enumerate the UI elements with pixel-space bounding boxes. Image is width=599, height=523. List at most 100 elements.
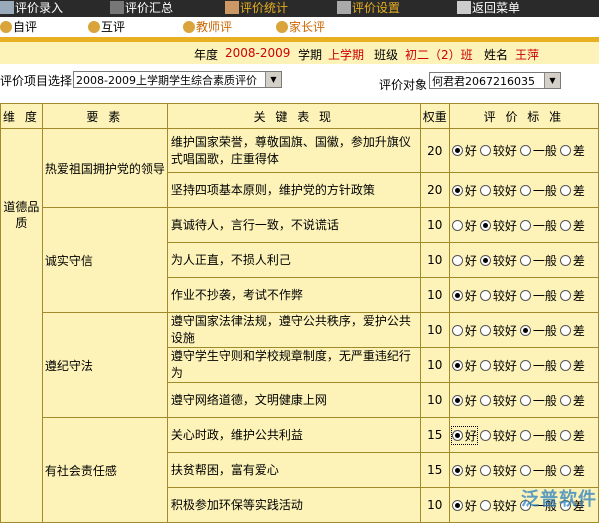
radio-button[interactable]: [479, 184, 491, 196]
criteria-option[interactable]: 一般: [519, 182, 557, 199]
criteria-option[interactable]: 一般: [519, 252, 557, 269]
nav-evaluation-entry[interactable]: 评价录入: [0, 0, 63, 17]
tab-peer-evaluation[interactable]: 互评: [88, 19, 125, 35]
criteria-option[interactable]: 差: [559, 427, 585, 444]
target-select[interactable]: 何君君2067216035 ▼: [429, 72, 561, 89]
radio-button[interactable]: [519, 184, 531, 196]
nav-evaluation-settings[interactable]: 评价设置: [337, 0, 400, 17]
radio-button[interactable]: [559, 394, 571, 406]
radio-button[interactable]: [559, 289, 571, 301]
radio-button[interactable]: [479, 464, 491, 476]
criteria-option[interactable]: 较好: [479, 427, 517, 444]
radio-button[interactable]: [519, 254, 531, 266]
criteria-option[interactable]: 差: [559, 357, 585, 374]
criteria-option[interactable]: 较好: [479, 357, 517, 374]
nav-return-menu[interactable]: 返回菜单: [457, 0, 520, 17]
radio-button[interactable]: [559, 429, 571, 441]
criteria-option[interactable]: 较好: [479, 217, 517, 234]
radio-button[interactable]: [451, 289, 463, 301]
criteria-option[interactable]: 好: [451, 322, 477, 339]
radio-button[interactable]: [479, 145, 491, 156]
table-row: 道德品质 热爱祖国拥护党的领导 维护国家荣誉，尊敬国旗、国徽，参加升旗仪式唱国歌，庄…: [0, 128, 599, 523]
radio-button[interactable]: [519, 219, 531, 231]
tab-self-evaluation[interactable]: 自评: [0, 19, 37, 35]
criteria-option[interactable]: 差: [559, 322, 585, 339]
criteria-option[interactable]: 较好: [479, 462, 517, 479]
radio-button[interactable]: [559, 219, 571, 231]
criteria-option[interactable]: 差: [559, 182, 585, 199]
criteria-option[interactable]: 差: [559, 392, 585, 409]
project-select[interactable]: 2008-2009上学期学生综合素质评价 ▼: [73, 71, 282, 88]
radio-button[interactable]: [519, 429, 531, 441]
nav-evaluation-summary[interactable]: 评价汇总: [110, 0, 173, 17]
radio-button[interactable]: [479, 324, 491, 336]
radio-button[interactable]: [559, 359, 571, 371]
radio-button[interactable]: [559, 254, 571, 266]
criteria-option[interactable]: 差: [559, 462, 585, 479]
criteria-option[interactable]: 较好: [479, 182, 517, 199]
radio-button[interactable]: [451, 359, 463, 371]
radio-button[interactable]: [479, 429, 491, 441]
radio-button[interactable]: [451, 464, 463, 476]
radio-button[interactable]: [451, 145, 463, 156]
criteria-option[interactable]: 较好: [479, 252, 517, 269]
radio-button[interactable]: [451, 254, 463, 266]
radio-button[interactable]: [559, 145, 571, 156]
radio-button[interactable]: [519, 324, 531, 336]
criteria-option[interactable]: 较好: [479, 392, 517, 409]
criteria-option[interactable]: 一般: [519, 357, 557, 374]
criteria-option[interactable]: 好: [451, 497, 477, 514]
radio-button[interactable]: [451, 324, 463, 336]
radio-button[interactable]: [519, 464, 531, 476]
criteria-option[interactable]: 好: [450, 425, 478, 445]
criteria-option[interactable]: 好: [451, 462, 477, 479]
radio-button[interactable]: [451, 499, 463, 511]
criteria-option[interactable]: 好: [451, 217, 477, 234]
criteria-option[interactable]: 一般: [519, 322, 557, 339]
radio-button[interactable]: [479, 219, 491, 231]
criteria-option[interactable]: 一般: [519, 392, 557, 409]
criteria-option[interactable]: 一般: [519, 217, 557, 234]
tab-teacher-evaluation[interactable]: 教师评: [183, 19, 232, 35]
criteria-option[interactable]: 好: [451, 392, 477, 409]
tab-parent-evaluation[interactable]: 家长评: [276, 19, 325, 35]
radio-button[interactable]: [479, 359, 491, 371]
criteria-option[interactable]: 好: [451, 357, 477, 374]
weight-cell: 10: [419, 347, 450, 383]
criteria-option[interactable]: 一般: [519, 142, 557, 159]
chevron-down-icon[interactable]: ▼: [265, 72, 281, 87]
radio-button[interactable]: [451, 429, 463, 441]
criteria-option[interactable]: 较好: [479, 287, 517, 304]
radio-button[interactable]: [479, 394, 491, 406]
criteria-option[interactable]: 好: [451, 182, 477, 199]
criteria-option[interactable]: 好: [451, 287, 477, 304]
criteria-option[interactable]: 较好: [479, 497, 517, 514]
radio-button[interactable]: [479, 254, 491, 266]
criteria-option[interactable]: 较好: [479, 322, 517, 339]
radio-button[interactable]: [559, 324, 571, 336]
criteria-option[interactable]: 好: [451, 142, 477, 159]
criteria-option[interactable]: 一般: [519, 427, 557, 444]
criteria-option[interactable]: 差: [559, 217, 585, 234]
radio-button[interactable]: [479, 499, 491, 511]
radio-label: 一般: [532, 288, 557, 303]
criteria-option[interactable]: 差: [559, 287, 585, 304]
radio-button[interactable]: [519, 394, 531, 406]
criteria-option[interactable]: 好: [451, 252, 477, 269]
radio-button[interactable]: [479, 289, 491, 301]
radio-button[interactable]: [519, 289, 531, 301]
radio-button[interactable]: [519, 145, 531, 156]
criteria-option[interactable]: 一般: [519, 287, 557, 304]
radio-button[interactable]: [451, 184, 463, 196]
radio-button[interactable]: [559, 184, 571, 196]
criteria-option[interactable]: 差: [559, 142, 585, 159]
criteria-option[interactable]: 差: [559, 252, 585, 269]
radio-button[interactable]: [451, 394, 463, 406]
radio-button[interactable]: [559, 464, 571, 476]
nav-evaluation-statistics[interactable]: 评价统计: [225, 0, 288, 17]
radio-button[interactable]: [451, 219, 463, 231]
chevron-down-icon[interactable]: ▼: [544, 73, 560, 88]
radio-button[interactable]: [519, 359, 531, 371]
criteria-option[interactable]: 较好: [479, 142, 517, 159]
criteria-option[interactable]: 一般: [519, 462, 557, 479]
